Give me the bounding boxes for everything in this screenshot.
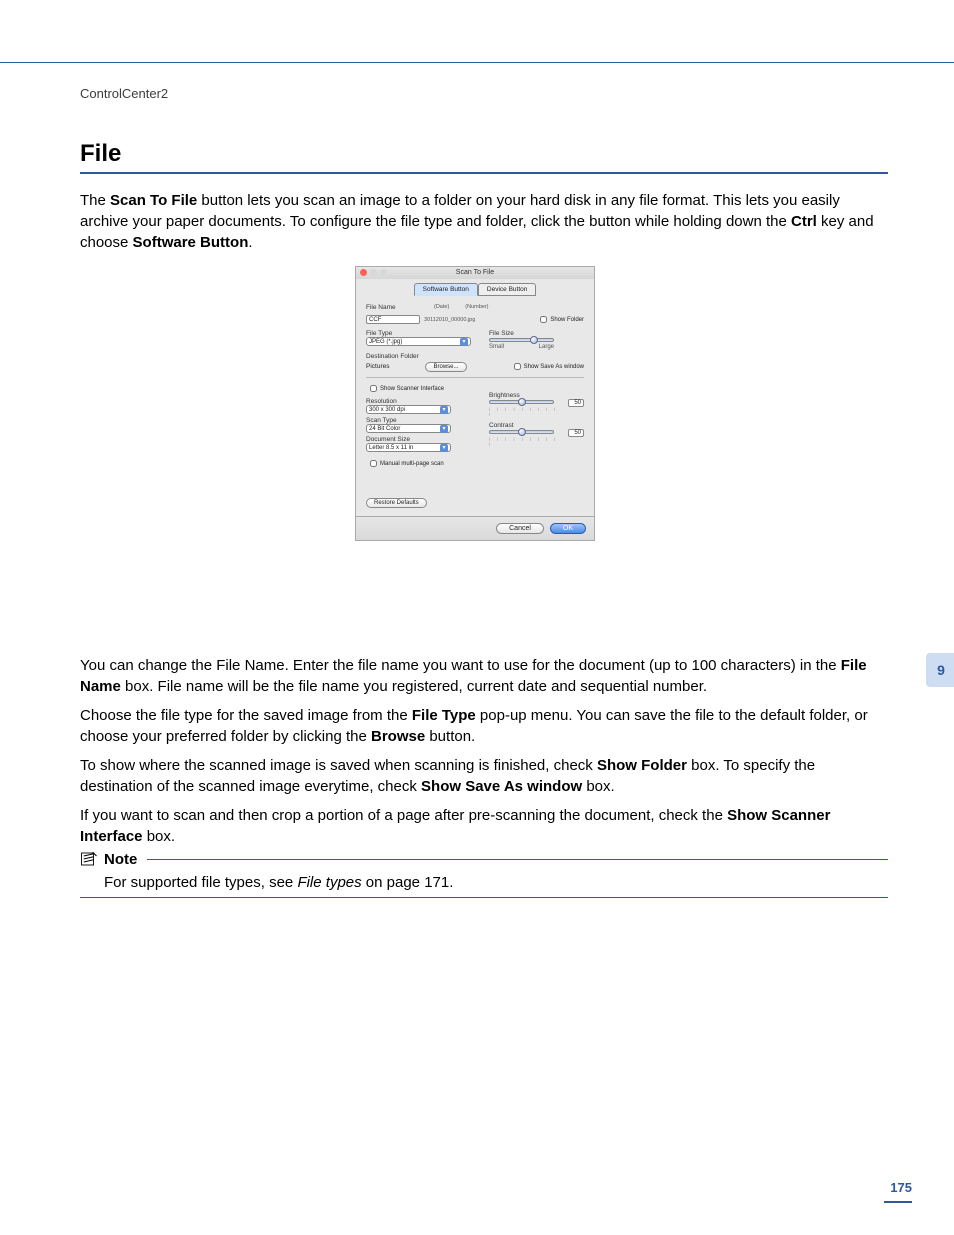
page-number: 175 — [890, 1180, 912, 1195]
dialog-title: Scan To File — [456, 269, 494, 276]
restore-defaults-button[interactable]: Restore Defaults — [366, 498, 427, 508]
chevron-down-icon: ▾ — [440, 444, 448, 452]
show-folder-checkbox[interactable]: Show Folder — [536, 313, 584, 326]
filename-label: File Name — [366, 304, 424, 311]
showfolder-paragraph: To show where the scanned image is saved… — [80, 755, 888, 797]
destination-label: Destination Folder — [366, 353, 584, 360]
chevron-down-icon: ▾ — [440, 406, 448, 414]
show-scanner-checkbox[interactable]: Show Scanner Interface — [366, 386, 444, 392]
filename-paragraph: You can change the File Name. Enter the … — [80, 655, 888, 697]
resolution-select[interactable]: 300 x 300 dpi▾ — [366, 405, 451, 414]
resolution-label: Resolution — [366, 398, 479, 405]
dialog-titlebar: Scan To File — [356, 267, 594, 279]
manual-multipage-checkbox[interactable]: Manual multi-page scan — [366, 457, 479, 470]
ok-button[interactable]: OK — [550, 523, 586, 534]
tab-device-button[interactable]: Device Button — [478, 283, 536, 296]
filetype-paragraph: Choose the file type for the saved image… — [80, 705, 888, 747]
show-saveas-checkbox[interactable]: Show Save As window — [510, 360, 584, 373]
brightness-value[interactable]: 50 — [568, 399, 584, 407]
scantype-select[interactable]: 24 Bit Color▾ — [366, 424, 451, 433]
minimize-icon — [370, 269, 377, 276]
section-title: File — [80, 140, 121, 168]
page-header: ControlCenter2 — [80, 86, 168, 101]
note-top-rule — [147, 859, 888, 860]
contrast-slider[interactable] — [489, 430, 554, 434]
filesize-small-label: Small — [489, 344, 504, 350]
brightness-label: Brightness — [489, 392, 584, 399]
close-icon[interactable] — [360, 269, 367, 276]
filename-number-label: (Number) — [465, 304, 488, 311]
note-icon — [80, 850, 98, 868]
filetype-label: File Type — [366, 330, 479, 337]
scan-to-file-dialog: Scan To File Software ButtonDevice Butto… — [355, 266, 595, 541]
filename-input[interactable]: CCF — [366, 315, 420, 324]
top-rule — [0, 62, 954, 63]
destination-value: Pictures — [366, 363, 389, 370]
note-block: Note For supported file types, see File … — [80, 850, 888, 898]
chevron-down-icon: ▾ — [440, 425, 448, 433]
title-rule — [80, 172, 888, 174]
contrast-label: Contrast — [489, 422, 584, 429]
note-bottom-rule — [80, 897, 888, 898]
scantype-label: Scan Type — [366, 417, 479, 424]
docsize-label: Document Size — [366, 436, 479, 443]
chapter-tab: 9 — [926, 653, 954, 687]
zoom-icon — [380, 269, 387, 276]
brightness-slider[interactable] — [489, 400, 554, 404]
cancel-button[interactable]: Cancel — [496, 523, 544, 534]
window-controls[interactable] — [360, 269, 387, 276]
tab-software-button[interactable]: Software Button — [414, 283, 478, 296]
filename-suffix: 30112010_00000.jpg — [424, 317, 475, 323]
note-text: For supported file types, see File types… — [104, 874, 888, 891]
page-number-rule — [884, 1201, 912, 1203]
intro-paragraph: The Scan To File button lets you scan an… — [80, 190, 888, 253]
note-title: Note — [104, 851, 137, 868]
filetype-select[interactable]: JPEG (*.jpg)▾ — [366, 337, 471, 346]
filesize-large-label: Large — [539, 344, 554, 350]
browse-button[interactable]: Browse... — [425, 362, 466, 372]
chevron-down-icon: ▾ — [460, 338, 468, 346]
filesize-slider[interactable] — [489, 338, 554, 342]
filename-date-label: (Date) — [434, 304, 449, 311]
docsize-select[interactable]: Letter 8.5 x 11 in▾ — [366, 443, 451, 452]
contrast-value[interactable]: 50 — [568, 429, 584, 437]
dialog-tabs: Software ButtonDevice Button — [356, 279, 594, 298]
scannerinterface-paragraph: If you want to scan and then crop a port… — [80, 805, 888, 847]
